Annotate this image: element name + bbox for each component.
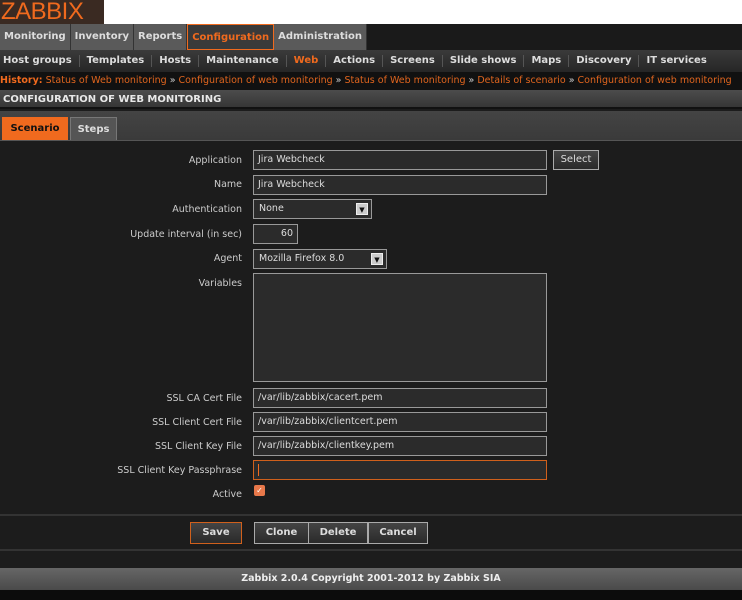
menu-reports[interactable]: Reports <box>134 24 188 50</box>
page-bottom <box>0 590 742 600</box>
submenu-slide-shows[interactable]: Slide shows <box>443 55 525 67</box>
agent-label: Agent <box>213 253 242 264</box>
application-field[interactable]: Jira Webcheck <box>253 150 547 170</box>
authentication-value: None <box>259 203 284 214</box>
footer: Zabbix 2.0.4 Copyright 2001-2012 by Zabb… <box>0 568 742 590</box>
submenu-screens[interactable]: Screens <box>383 55 443 67</box>
submenu-discovery[interactable]: Discovery <box>569 55 640 67</box>
agent-select[interactable]: Mozilla Firefox 8.0 ▼ <box>253 249 387 269</box>
ssl-cert-field[interactable]: /var/lib/zabbix/clientcert.pem <box>253 412 547 432</box>
main-menu: Monitoring Inventory Reports Configurati… <box>0 24 742 50</box>
variables-textarea[interactable] <box>253 273 547 382</box>
name-field[interactable]: Jira Webcheck <box>253 175 547 195</box>
history-link[interactable]: Configuration of web monitoring <box>578 75 732 86</box>
select-button[interactable]: Select <box>553 150 599 170</box>
application-label: Application <box>188 155 242 166</box>
history-link[interactable]: Configuration of web monitoring <box>179 75 333 86</box>
submenu-maps[interactable]: Maps <box>524 55 570 67</box>
menu-configuration[interactable]: Configuration <box>187 24 275 50</box>
submenu-maintenance[interactable]: Maintenance <box>199 55 287 67</box>
save-button[interactable]: Save <box>190 522 242 544</box>
zabbix-logo[interactable]: ZABBIX <box>0 0 104 24</box>
history-link[interactable]: Status of Web monitoring <box>46 75 167 86</box>
tab-steps[interactable]: Steps <box>70 117 117 140</box>
clone-button[interactable]: Clone <box>254 522 309 544</box>
tabs-bar: Scenario Steps <box>0 111 742 141</box>
authentication-label: Authentication <box>172 204 242 215</box>
text-cursor <box>258 464 259 476</box>
ssl-ca-field[interactable]: /var/lib/zabbix/cacert.pem <box>253 388 547 408</box>
history-separator: » <box>169 75 176 86</box>
menu-monitoring[interactable]: Monitoring <box>0 24 71 50</box>
divider <box>0 549 742 551</box>
sub-menu: Host groups Templates Hosts Maintenance … <box>0 50 742 72</box>
history-label: History: <box>0 75 43 86</box>
menu-inventory[interactable]: Inventory <box>70 24 135 50</box>
submenu-host-groups[interactable]: Host groups <box>0 55 80 67</box>
header <box>0 0 742 24</box>
page-title: CONFIGURATION OF WEB MONITORING <box>0 90 742 109</box>
submenu-actions[interactable]: Actions <box>326 55 384 67</box>
name-label: Name <box>213 179 242 190</box>
variables-label: Variables <box>198 278 242 289</box>
delete-button[interactable]: Delete <box>308 522 368 544</box>
history-breadcrumb: History: Status of Web monitoring» Config… <box>0 72 742 90</box>
ssl-cert-label: SSL Client Cert File <box>152 417 242 428</box>
ssl-key-field[interactable]: /var/lib/zabbix/clientkey.pem <box>253 436 547 456</box>
history-link[interactable]: Status of Web monitoring <box>344 75 465 86</box>
agent-value: Mozilla Firefox 8.0 <box>259 253 345 264</box>
history-separator: » <box>568 75 575 86</box>
update-interval-field[interactable]: 60 <box>253 224 298 244</box>
submenu-web[interactable]: Web <box>287 55 327 67</box>
ssl-ca-label: SSL CA Cert File <box>166 393 242 404</box>
history-link[interactable]: Details of scenario <box>477 75 565 86</box>
chevron-down-icon: ▼ <box>356 203 368 215</box>
active-checkbox[interactable]: ✓ <box>254 485 265 496</box>
active-label: Active <box>212 489 242 500</box>
tab-scenario[interactable]: Scenario <box>2 117 68 140</box>
divider <box>0 514 742 516</box>
authentication-select[interactable]: None ▼ <box>253 199 372 219</box>
ssl-key-label: SSL Client Key File <box>154 441 242 452</box>
chevron-down-icon: ▼ <box>371 253 383 265</box>
update-interval-label: Update interval (in sec) <box>130 229 242 240</box>
cancel-button[interactable]: Cancel <box>368 522 428 544</box>
submenu-templates[interactable]: Templates <box>80 55 153 67</box>
history-separator: » <box>335 75 342 86</box>
ssl-pass-field[interactable] <box>253 460 547 480</box>
menu-administration[interactable]: Administration <box>274 24 368 50</box>
submenu-it-services[interactable]: IT services <box>639 55 713 67</box>
ssl-pass-label: SSL Client Key Passphrase <box>117 465 242 476</box>
submenu-hosts[interactable]: Hosts <box>152 55 200 67</box>
history-separator: » <box>468 75 475 86</box>
